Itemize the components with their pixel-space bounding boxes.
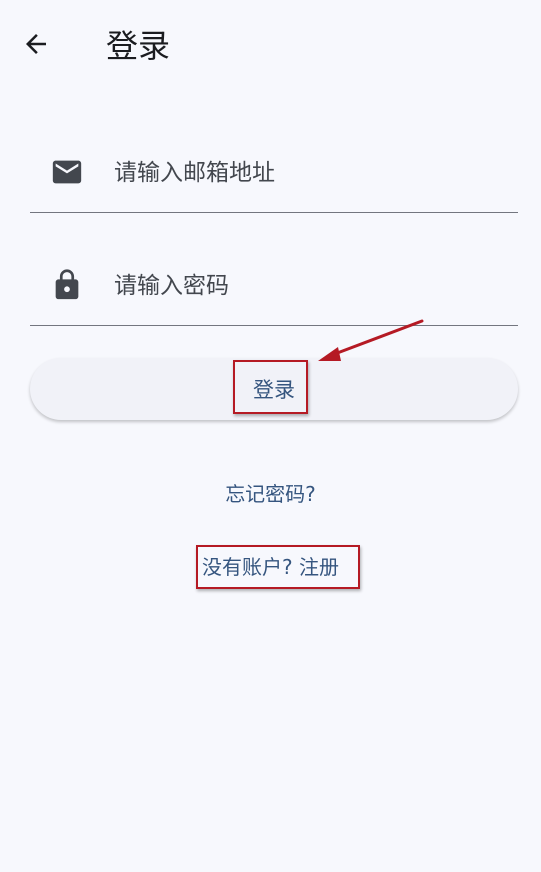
register-link-label: 没有账户? 注册 (202, 555, 339, 579)
page-title: 登录 (106, 27, 171, 65)
password-field (30, 249, 518, 326)
back-button[interactable] (14, 24, 58, 68)
app-bar: 登录 (0, 0, 541, 92)
lock-icon (50, 268, 84, 302)
email-input[interactable] (112, 152, 496, 194)
password-input[interactable] (112, 265, 496, 307)
forgot-password-link[interactable]: 忘记密码? (0, 478, 541, 507)
mail-icon (50, 155, 84, 189)
arrow-left-icon (21, 29, 51, 63)
login-button[interactable]: 登录 (30, 358, 518, 420)
login-button-label: 登录 (253, 378, 295, 402)
email-field (30, 136, 518, 213)
register-link[interactable]: 没有账户? 注册 (0, 551, 541, 580)
